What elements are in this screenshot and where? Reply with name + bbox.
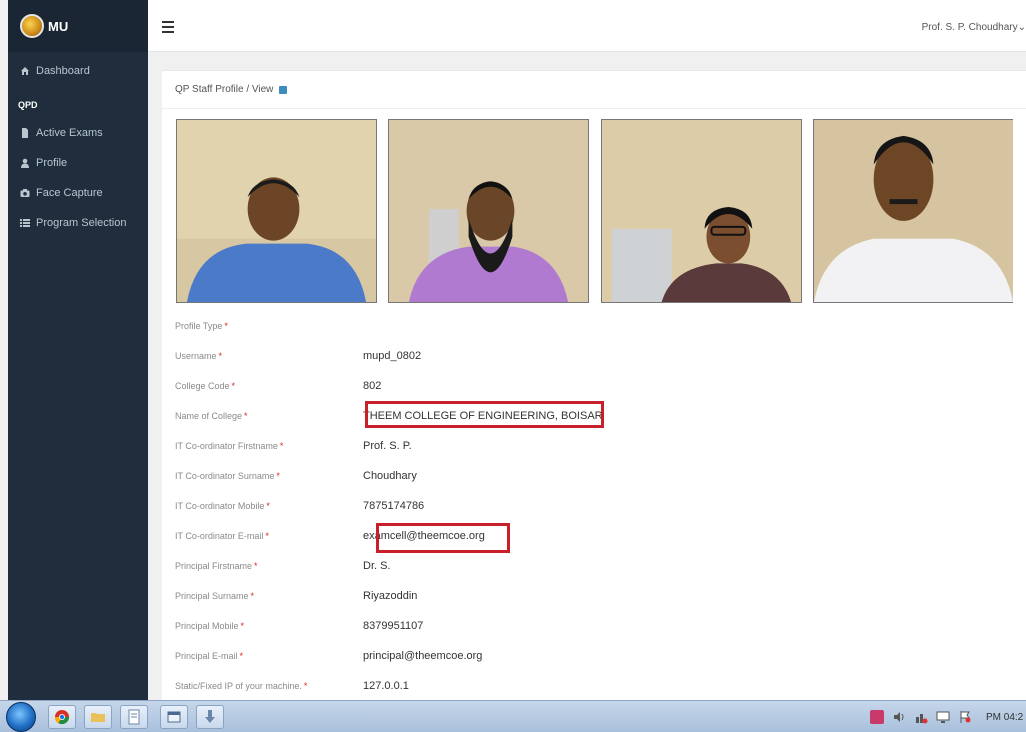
field-row-itc-email: IT Co-ordinator E-mail * examcell@theemco… (162, 523, 1026, 553)
field-value: Prof. S. P. (363, 440, 412, 452)
chevron-down-icon: ⌄ (1017, 22, 1026, 33)
top-navbar: Prof. S. P. Choudhary⌄ (148, 0, 1026, 52)
download-icon (205, 710, 215, 723)
field-label: Principal Surname * (175, 591, 255, 601)
field-label: Principal E-mail * (175, 651, 244, 661)
field-row-college-code: College Code * 802 (162, 373, 1026, 403)
sidebar: MU Dashboard QPD Active Exams Profile Fa… (8, 0, 148, 700)
face-photo-4[interactable] (813, 119, 1013, 303)
user-menu[interactable]: Prof. S. P. Choudhary⌄ (922, 22, 1026, 33)
camera-icon (20, 189, 30, 197)
field-row-principal-mobile: Principal Mobile * 8379951107 (162, 613, 1026, 643)
face-photo-2[interactable] (388, 119, 589, 303)
profile-card: QP Staff Profile / View Profile Type * U… (162, 70, 1026, 700)
profile-fields: Profile Type * Username * mupd_0802 Colleg… (162, 313, 1026, 703)
field-label: IT Co-ordinator E-mail * (175, 531, 269, 541)
highlight-box (376, 523, 510, 553)
monitor-icon[interactable] (936, 710, 950, 724)
taskbar-download-button[interactable] (196, 705, 224, 729)
home-icon (21, 67, 29, 75)
field-row-profile-type: Profile Type * (162, 313, 1026, 343)
field-value: 7875174786 (363, 500, 425, 512)
field-row-username: Username * mupd_0802 (162, 343, 1026, 373)
sidebar-item-program-selection[interactable]: Program Selection (8, 208, 148, 238)
field-label: Principal Firstname * (175, 561, 258, 571)
speaker-icon[interactable] (892, 710, 906, 724)
person-photo-icon (177, 120, 376, 302)
face-photo-1[interactable] (176, 119, 377, 303)
field-row-principal-email: Principal E-mail * principal@theemcoe.org (162, 643, 1026, 673)
list-icon (20, 219, 30, 227)
breadcrumb: QP Staff Profile / View (162, 71, 1026, 109)
field-value: Dr. S. (363, 560, 391, 572)
field-row-principal-surname: Principal Surname * Riyazoddin (162, 583, 1026, 613)
sidebar-item-face-capture[interactable]: Face Capture (8, 178, 148, 208)
taskbar-explorer-button[interactable] (84, 705, 112, 729)
start-button-icon[interactable] (6, 702, 36, 732)
clock[interactable]: PM 04:2 (986, 712, 1026, 723)
windows-taskbar: PM 04:2 (0, 700, 1026, 732)
field-value: principal@theemcoe.org (363, 650, 483, 662)
field-label: IT Co-ordinator Mobile * (175, 501, 270, 511)
sidebar-item-label: Face Capture (36, 187, 103, 199)
person-photo-icon (814, 120, 1013, 302)
sidebar-section-header: QPD (18, 100, 38, 110)
person-photo-icon (602, 120, 801, 302)
field-value: 127.0.0.1 (363, 680, 409, 692)
field-row-principal-firstname: Principal Firstname * Dr. S. (162, 553, 1026, 583)
field-row-static-ip: Static/Fixed IP of your machine. * 127.0.… (162, 673, 1026, 703)
field-label: Principal Mobile * (175, 621, 245, 631)
user-icon (21, 158, 29, 168)
sidebar-item-label: Dashboard (36, 65, 90, 77)
view-badge-icon[interactable] (279, 85, 288, 94)
field-label: Static/Fixed IP of your machine. * (175, 681, 308, 691)
field-value: Riyazoddin (363, 590, 418, 602)
user-name: Prof. S. P. Choudhary (921, 22, 1018, 33)
field-row-itc-mobile: IT Co-ordinator Mobile * 7875174786 (162, 493, 1026, 523)
sidebar-item-profile[interactable]: Profile (8, 148, 148, 178)
sidebar-item-label: Active Exams (36, 127, 103, 139)
breadcrumb-text: QP Staff Profile / View (175, 84, 274, 95)
field-label: Name of College * (175, 411, 248, 421)
network-icon[interactable] (914, 710, 928, 724)
system-tray: PM 04:2 (870, 701, 1026, 732)
field-label: IT Co-ordinator Surname * (175, 471, 280, 481)
sidebar-item-dashboard[interactable]: Dashboard (8, 56, 148, 86)
document-icon (128, 709, 140, 725)
taskbar-notepad-button[interactable] (120, 705, 148, 729)
field-value: 802 (363, 380, 382, 392)
flag-icon[interactable] (958, 710, 972, 724)
brand-name: MU (48, 18, 69, 34)
folder-icon (91, 713, 105, 722)
field-value: Choudhary (363, 470, 417, 482)
sidebar-item-label: Profile (36, 157, 68, 169)
field-label: Username * (175, 351, 223, 361)
taskbar-window-button[interactable] (160, 705, 188, 729)
chrome-icon (54, 710, 70, 725)
university-logo-icon (20, 14, 44, 38)
person-photo-icon (389, 120, 588, 302)
window-icon (167, 711, 181, 723)
field-row-itc-surname: IT Co-ordinator Surname * Choudhary (162, 463, 1026, 493)
sidebar-item-active-exams[interactable]: Active Exams (8, 118, 148, 148)
taskbar-chrome-button[interactable] (48, 705, 76, 729)
file-icon (22, 128, 28, 138)
field-row-college-name: Name of College * THEEM COLLEGE OF ENGINE… (162, 401, 1026, 433)
field-row-itc-firstname: IT Co-ordinator Firstname * Prof. S. P. (162, 433, 1026, 463)
brand[interactable]: MU (8, 0, 148, 52)
field-label: Profile Type * (175, 321, 228, 331)
hamburger-menu-icon[interactable] (162, 21, 174, 33)
field-label: IT Co-ordinator Firstname * (175, 441, 284, 451)
face-photo-3[interactable] (601, 119, 802, 303)
highlight-box (365, 401, 604, 428)
field-label: College Code * (175, 381, 236, 391)
field-value: mupd_0802 (363, 350, 422, 362)
app-tray-icon[interactable] (870, 710, 884, 724)
field-value: 8379951107 (363, 620, 424, 632)
sidebar-item-label: Program Selection (36, 217, 127, 229)
